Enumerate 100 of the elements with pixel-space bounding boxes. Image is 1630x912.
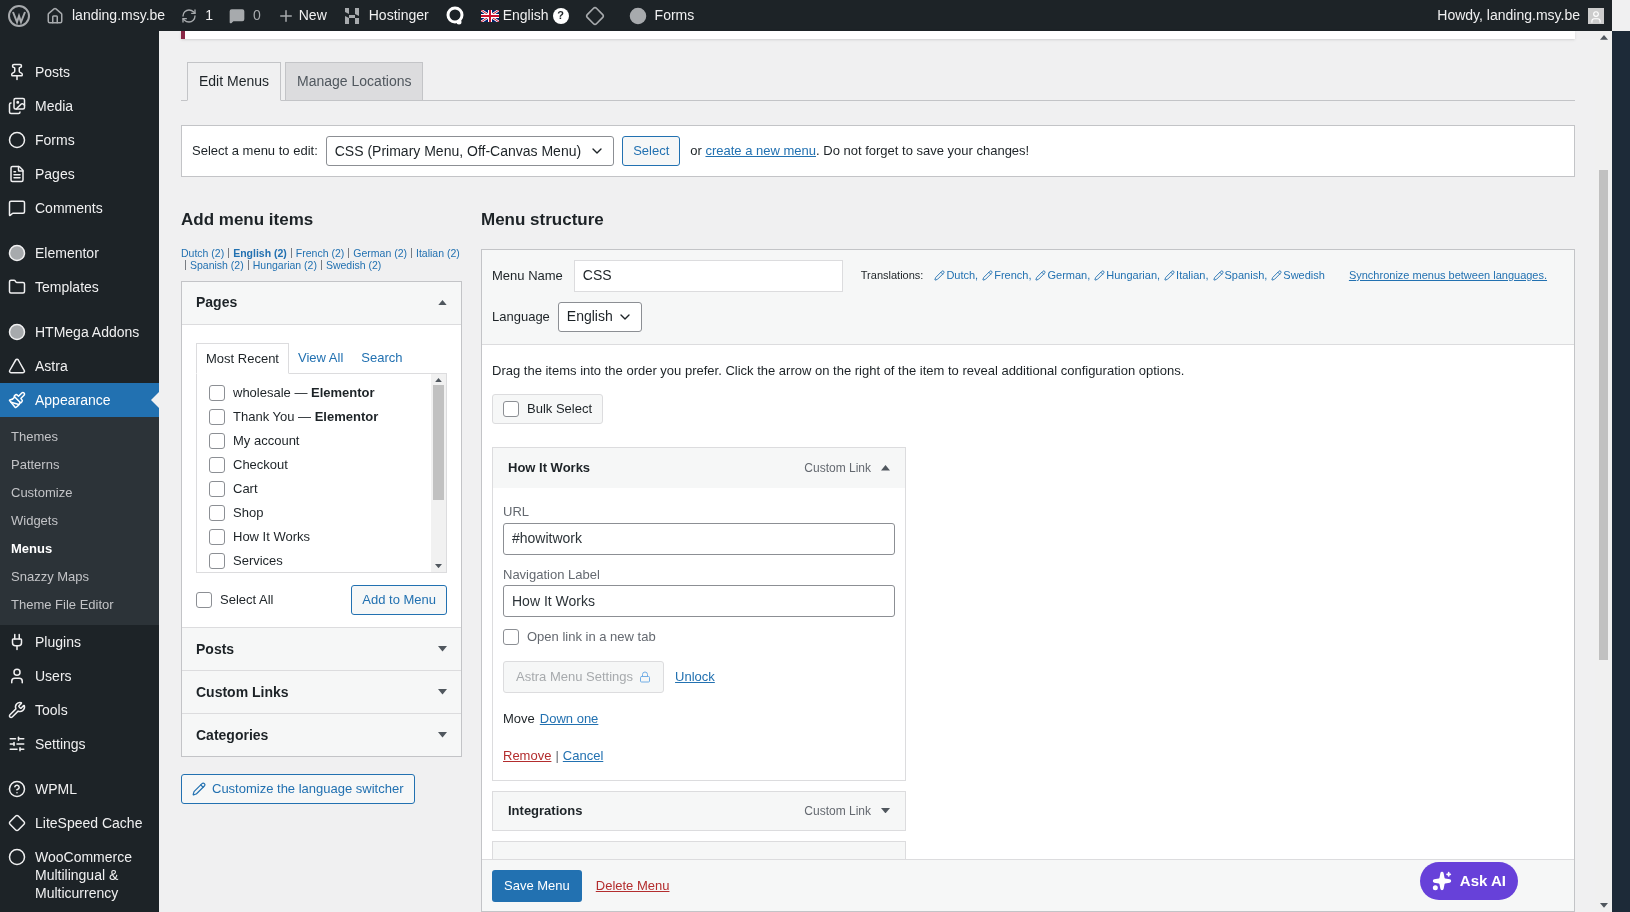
bulk-select-button[interactable]: Bulk Select — [492, 394, 604, 424]
current-pointer — [151, 392, 159, 408]
scrollbar-thumb[interactable] — [1599, 169, 1608, 660]
circle-icon — [8, 848, 26, 866]
sidebar-item[interactable]: HTMega Addons — [0, 315, 159, 349]
language-link[interactable]: Dutch (2) — [181, 246, 225, 259]
select-hint: or create a new menu. Do not forget to save your changes! — [690, 142, 1030, 161]
sparkle-icon — [1431, 871, 1452, 891]
unlock-link[interactable]: Unlock — [675, 666, 715, 687]
language-link[interactable]: Hungarian (2) — [252, 258, 317, 271]
checkbox[interactable] — [209, 432, 225, 449]
language-link[interactable]: Spanish (2) — [190, 258, 244, 271]
sync-link[interactable]: Synchronize menus between languages. — [1348, 267, 1548, 284]
account-link[interactable]: Howdy, landing.msy.be — [1437, 5, 1604, 26]
accordion-header[interactable]: Pages — [182, 281, 461, 324]
translation-link[interactable]: Hungarian, — [1094, 267, 1161, 284]
panel-tab[interactable]: View All — [289, 342, 353, 374]
sidebar-item[interactable]: LiteSpeed Cache — [0, 806, 159, 840]
translation-link[interactable]: Italian, — [1164, 267, 1209, 284]
scrollbar[interactable] — [431, 374, 446, 572]
panel-tab[interactable]: Most Recent — [196, 342, 289, 374]
menu-name-field[interactable]: CSS — [573, 259, 843, 292]
sidebar-item[interactable]: WooCommerce Multilingual & Multicurrency — [0, 840, 159, 910]
sidebar-item[interactable]: Forms — [0, 123, 159, 157]
scrollbar-thumb[interactable] — [433, 385, 444, 501]
field-label: URL — [503, 503, 530, 521]
sidebar-item[interactable]: Astra — [0, 349, 159, 383]
accordion-header[interactable]: Custom Links — [182, 671, 461, 713]
navigation-label-field[interactable]: How It Works — [503, 585, 895, 617]
forms-link[interactable]: Forms — [628, 5, 695, 26]
pencil-icon — [934, 270, 946, 281]
language-link[interactable]: French (2) — [295, 246, 345, 259]
hostinger-link[interactable]: Hostinger — [342, 5, 429, 26]
sidebar-item[interactable]: Users — [0, 659, 159, 693]
updates-link[interactable]: 1 — [181, 5, 213, 26]
comments-link[interactable]: 0 — [228, 5, 261, 26]
sidebar-item[interactable]: Posts — [0, 55, 159, 89]
ask-ai-button[interactable]: Ask AI — [1419, 862, 1518, 900]
checkbox[interactable] — [209, 384, 225, 401]
checkbox[interactable] — [209, 504, 225, 521]
submenu-item[interactable]: Themes — [0, 423, 159, 451]
checkbox[interactable] — [196, 592, 212, 608]
delete-menu-link[interactable]: Delete Menu — [595, 875, 670, 896]
sidebar-item[interactable]: WPML — [0, 772, 159, 806]
panel-tab[interactable]: Search — [352, 342, 412, 374]
accordion-header[interactable]: Categories — [182, 714, 461, 756]
sidebar-item[interactable]: Appearance — [0, 383, 159, 417]
sidebar-item[interactable]: Elementor — [0, 236, 159, 270]
language-dropdown[interactable]: English — [557, 301, 642, 332]
sidebar-item[interactable]: Templates — [0, 270, 159, 304]
down-one-link[interactable]: Down one — [539, 708, 599, 728]
menu-dropdown[interactable]: CSS (Primary Menu, Off-Canvas Menu) — [325, 136, 615, 166]
site-link[interactable]: landing.msy.be — [46, 5, 166, 26]
submenu-item[interactable]: Customize — [0, 479, 159, 507]
checkbox[interactable] — [209, 552, 225, 569]
create-menu-link[interactable]: create a new menu — [705, 143, 817, 159]
checkbox[interactable] — [209, 480, 225, 497]
submenu-item[interactable]: Snazzy Maps — [0, 563, 159, 591]
field-label: Navigation Label — [503, 565, 601, 584]
submenu-item[interactable]: Theme File Editor — [0, 591, 159, 619]
translation-link[interactable]: Dutch, — [934, 267, 979, 284]
new-link[interactable]: New — [276, 5, 327, 26]
cancel-link[interactable]: Cancel — [562, 746, 604, 766]
translation-link[interactable]: Spanish, — [1212, 267, 1268, 284]
tab[interactable]: Manage Locations — [285, 62, 424, 101]
sidebar-item[interactable]: Pages — [0, 157, 159, 191]
select-button[interactable]: Select — [622, 136, 681, 166]
field-label: Language — [492, 307, 550, 326]
url-field[interactable]: #howitwork — [503, 522, 895, 555]
sidebar-item[interactable]: Comments — [0, 191, 159, 225]
translation-link[interactable]: German, — [1035, 267, 1091, 284]
remove-link[interactable]: Remove — [503, 746, 552, 766]
refresh-icon — [181, 7, 198, 24]
sidebar-item[interactable]: Media — [0, 89, 159, 123]
submenu-item[interactable]: Patterns — [0, 451, 159, 479]
diamond-icon — [584, 5, 605, 26]
language-link[interactable]: German (2) — [353, 246, 407, 259]
accordion-header[interactable]: Posts — [182, 628, 461, 670]
translation-link[interactable]: French, — [982, 267, 1032, 284]
sidebar-item[interactable]: Tools — [0, 693, 159, 727]
checkbox[interactable] — [503, 401, 519, 417]
language-link[interactable]: Swedish (2) — [325, 258, 382, 271]
menu-item-header[interactable]: Integrations Custom Link — [492, 790, 906, 831]
submenu-item[interactable]: Widgets — [0, 507, 159, 535]
sidebar-item[interactable]: Settings — [0, 727, 159, 761]
language-switcher-button[interactable]: Customize the language switcher — [181, 774, 415, 804]
tab[interactable]: Edit Menus — [187, 62, 282, 101]
language-link[interactable]: Italian (2) — [416, 246, 460, 259]
submenu-item[interactable]: Menus — [0, 535, 159, 563]
menu-item-header[interactable]: How It Works Custom Link — [493, 448, 905, 488]
checkbox[interactable] — [209, 456, 225, 473]
add-to-menu-button[interactable]: Add to Menu — [351, 585, 447, 615]
checkbox[interactable] — [503, 628, 519, 645]
save-menu-button[interactable]: Save Menu — [492, 869, 582, 902]
checkbox[interactable] — [209, 408, 225, 425]
sidebar-item[interactable]: Plugins — [0, 625, 159, 659]
checkbox[interactable] — [209, 528, 225, 545]
translation-link[interactable]: Swedish — [1271, 267, 1325, 284]
language-link[interactable]: English (2) — [233, 246, 287, 259]
language-switcher-link[interactable]: English ? — [480, 5, 569, 26]
